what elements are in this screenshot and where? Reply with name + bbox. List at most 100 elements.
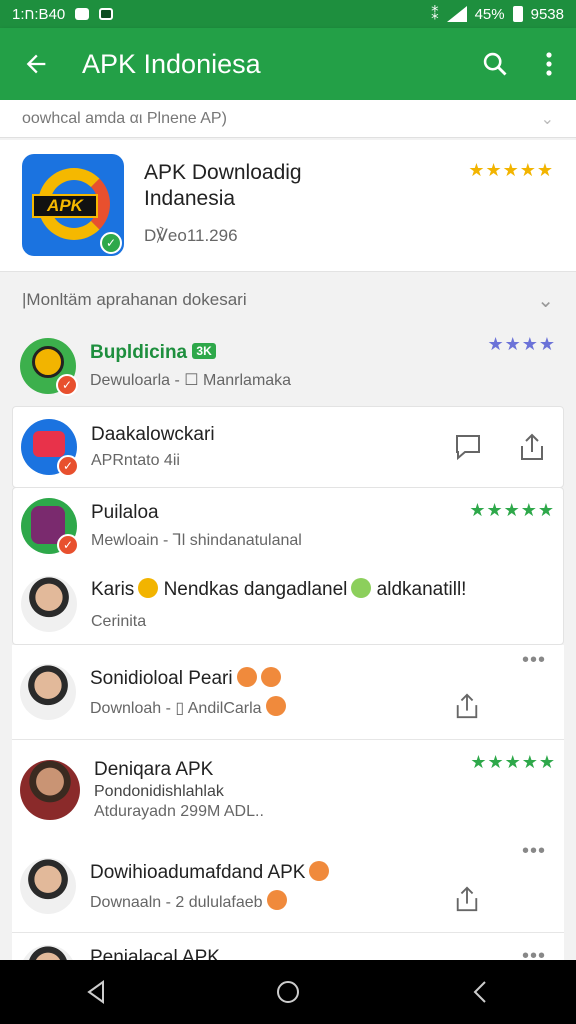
logo-text: APK	[32, 194, 98, 218]
page-title: APK Indoniesa	[82, 48, 261, 79]
more-options-button[interactable]: •••	[522, 946, 546, 960]
rating-stars: ★★★★	[487, 334, 556, 354]
notification-icon	[75, 8, 90, 20]
search-button[interactable]	[468, 28, 522, 100]
status-bar: ח:1:B40 ⁑ 45% 9538	[0, 0, 576, 28]
grin-emoji-icon	[236, 666, 257, 687]
list-item[interactable]: Dowihioadumafdand APK Downaaln - 2 dulul…	[12, 840, 564, 932]
list-card[interactable]: ✓ Puilaloa Mewloain - Ꞁl shindanatulanal…	[12, 487, 564, 645]
user-avatar	[20, 760, 80, 820]
row-title: Penialacal APK	[90, 947, 220, 960]
row-subtitle: Dewuloarla - ☐ Manrlamaka	[90, 372, 292, 389]
app-glyph-icon	[33, 431, 65, 457]
overflow-menu-button[interactable]	[522, 28, 576, 100]
row-title: Deniqara APK	[94, 759, 214, 780]
grin-emoji-icon	[309, 860, 330, 881]
list-item[interactable]: Deniqara APK Pondonidishlahlak Atdurayad…	[12, 740, 564, 840]
circle-home-icon	[277, 981, 299, 1003]
list-item[interactable]: ✓ Bupldicina 3K Dewuloarla - ☐ Manrlamak…	[0, 328, 576, 404]
battery-percent: 45%	[474, 5, 505, 23]
more-vert-icon	[546, 52, 552, 76]
verified-check-icon: ✓	[100, 232, 122, 254]
app-avatar: ✓	[21, 419, 79, 477]
share-button[interactable]	[452, 884, 482, 914]
arrow-left-icon	[26, 54, 46, 74]
badge-icon: ✓	[56, 374, 78, 396]
grin-emoji-icon	[266, 889, 287, 910]
search-icon	[483, 52, 507, 76]
list-item[interactable]: Karis Nendkas dangadlanel aldkanatill! C…	[13, 564, 563, 644]
share-button[interactable]	[517, 432, 547, 462]
list-card[interactable]: ✓ Daakalowckari APRntato 4ii	[12, 406, 564, 488]
rating-stars: ★★★★★	[469, 500, 555, 520]
row-subtitle: Downaaln - 2 dululafaeb	[90, 893, 263, 911]
app-avatar: ✓	[20, 338, 78, 396]
row-title: Sonidioloal Peari	[90, 667, 233, 689]
badge-icon: ✓	[57, 455, 79, 477]
recents-nav-button[interactable]	[440, 960, 520, 1024]
featured-app-version: D℣eo11.296	[144, 226, 238, 245]
sick-emoji-icon	[351, 577, 372, 598]
user-avatar	[21, 576, 77, 632]
share-icon	[456, 693, 478, 719]
vibrate-icon: ⁑	[431, 6, 439, 23]
subtitle-strip: oowhcal amda αι Plnene AP) ⌄	[0, 100, 576, 138]
list-item[interactable]: ✓ Daakalowckari APRntato 4ii	[13, 407, 563, 487]
row-subtitle-2: Atdurayadn 299M ADL..	[94, 803, 264, 820]
row-title: Karis	[91, 578, 135, 600]
row-title: Dowihioadumafdand APK	[90, 861, 306, 883]
chevron-down-icon: ⌄	[537, 289, 554, 312]
featured-app-name: APK Downloadig Indanesia	[144, 161, 302, 210]
row-title-rest: Nendkas dangadlanel	[163, 578, 348, 600]
row-badge: 3K	[192, 343, 216, 359]
back-button[interactable]	[0, 28, 72, 100]
grin-emoji-icon	[265, 695, 286, 716]
row-subtitle: Cerinita	[91, 612, 147, 630]
smile-emoji-icon	[138, 577, 159, 598]
list-item[interactable]: Sonidioloal Peari Downloah - ▯ AndilCarl…	[12, 645, 564, 739]
rating-stars: ★★★★★	[470, 752, 556, 772]
row-subtitle: APRntato 4ii	[91, 452, 180, 469]
triangle-back-icon	[87, 980, 104, 1004]
comment-button[interactable]	[453, 432, 483, 462]
featured-rating-stars: ★★★★★	[468, 160, 554, 180]
strip-text: oowhcal amda αι Plnene AP)	[22, 109, 227, 127]
share-button[interactable]	[452, 691, 482, 721]
row-title: Bupldicina	[90, 342, 188, 363]
row-subtitle: Pondonidishlahlak	[94, 783, 224, 800]
chevron-left-icon	[473, 981, 486, 1003]
share-icon	[521, 433, 543, 460]
user-avatar	[20, 858, 76, 914]
home-nav-button[interactable]	[248, 960, 328, 1024]
system-nav-bar	[0, 960, 576, 1024]
grin-emoji-icon	[260, 666, 281, 687]
row-title-end: aldkanatill!	[376, 578, 467, 600]
app-toolbar: APK Indoniesa	[0, 28, 576, 100]
app-avatar: ✓	[21, 498, 79, 556]
face-icon	[32, 346, 64, 378]
row-subtitle: Downloah - ▯ AndilCarla	[90, 699, 262, 717]
more-options-button[interactable]: •••	[522, 841, 546, 861]
comment-icon	[456, 435, 480, 461]
status-clock: 9538	[530, 5, 564, 23]
share-icon	[456, 886, 478, 912]
app-logo: APK ✓	[22, 154, 124, 256]
row-subtitle: Mewloain - Ꞁl shindanatulanal	[91, 532, 302, 549]
content-list[interactable]: oowhcal amda αι Plnene AP) ⌄ APK ✓ APK D…	[0, 100, 576, 960]
user-avatar	[20, 664, 76, 720]
badge-icon: ✓	[57, 534, 79, 556]
back-nav-button[interactable]	[56, 960, 136, 1024]
chevron-down-icon: ⌄	[540, 110, 554, 128]
shield-icon	[99, 8, 114, 20]
battery-icon	[512, 6, 523, 22]
row-title: Puilaloa	[91, 502, 159, 523]
row-title: Daakalowckari	[91, 424, 215, 445]
status-time-left: ח:1:B40	[12, 5, 66, 23]
featured-app-card[interactable]: APK ✓ APK Downloadig Indanesia D℣eo11.29…	[0, 140, 576, 272]
list-item[interactable]: ✓ Puilaloa Mewloain - Ꞁl shindanatulanal…	[13, 488, 563, 564]
user-avatar	[20, 945, 76, 960]
more-options-button[interactable]: •••	[522, 650, 546, 670]
list-item[interactable]: Penialacal APK •••	[12, 933, 564, 960]
section-title: |Monltäm aprahanan dokesari	[22, 290, 247, 309]
section-header[interactable]: |Monltäm aprahanan dokesari ⌄	[0, 272, 576, 328]
